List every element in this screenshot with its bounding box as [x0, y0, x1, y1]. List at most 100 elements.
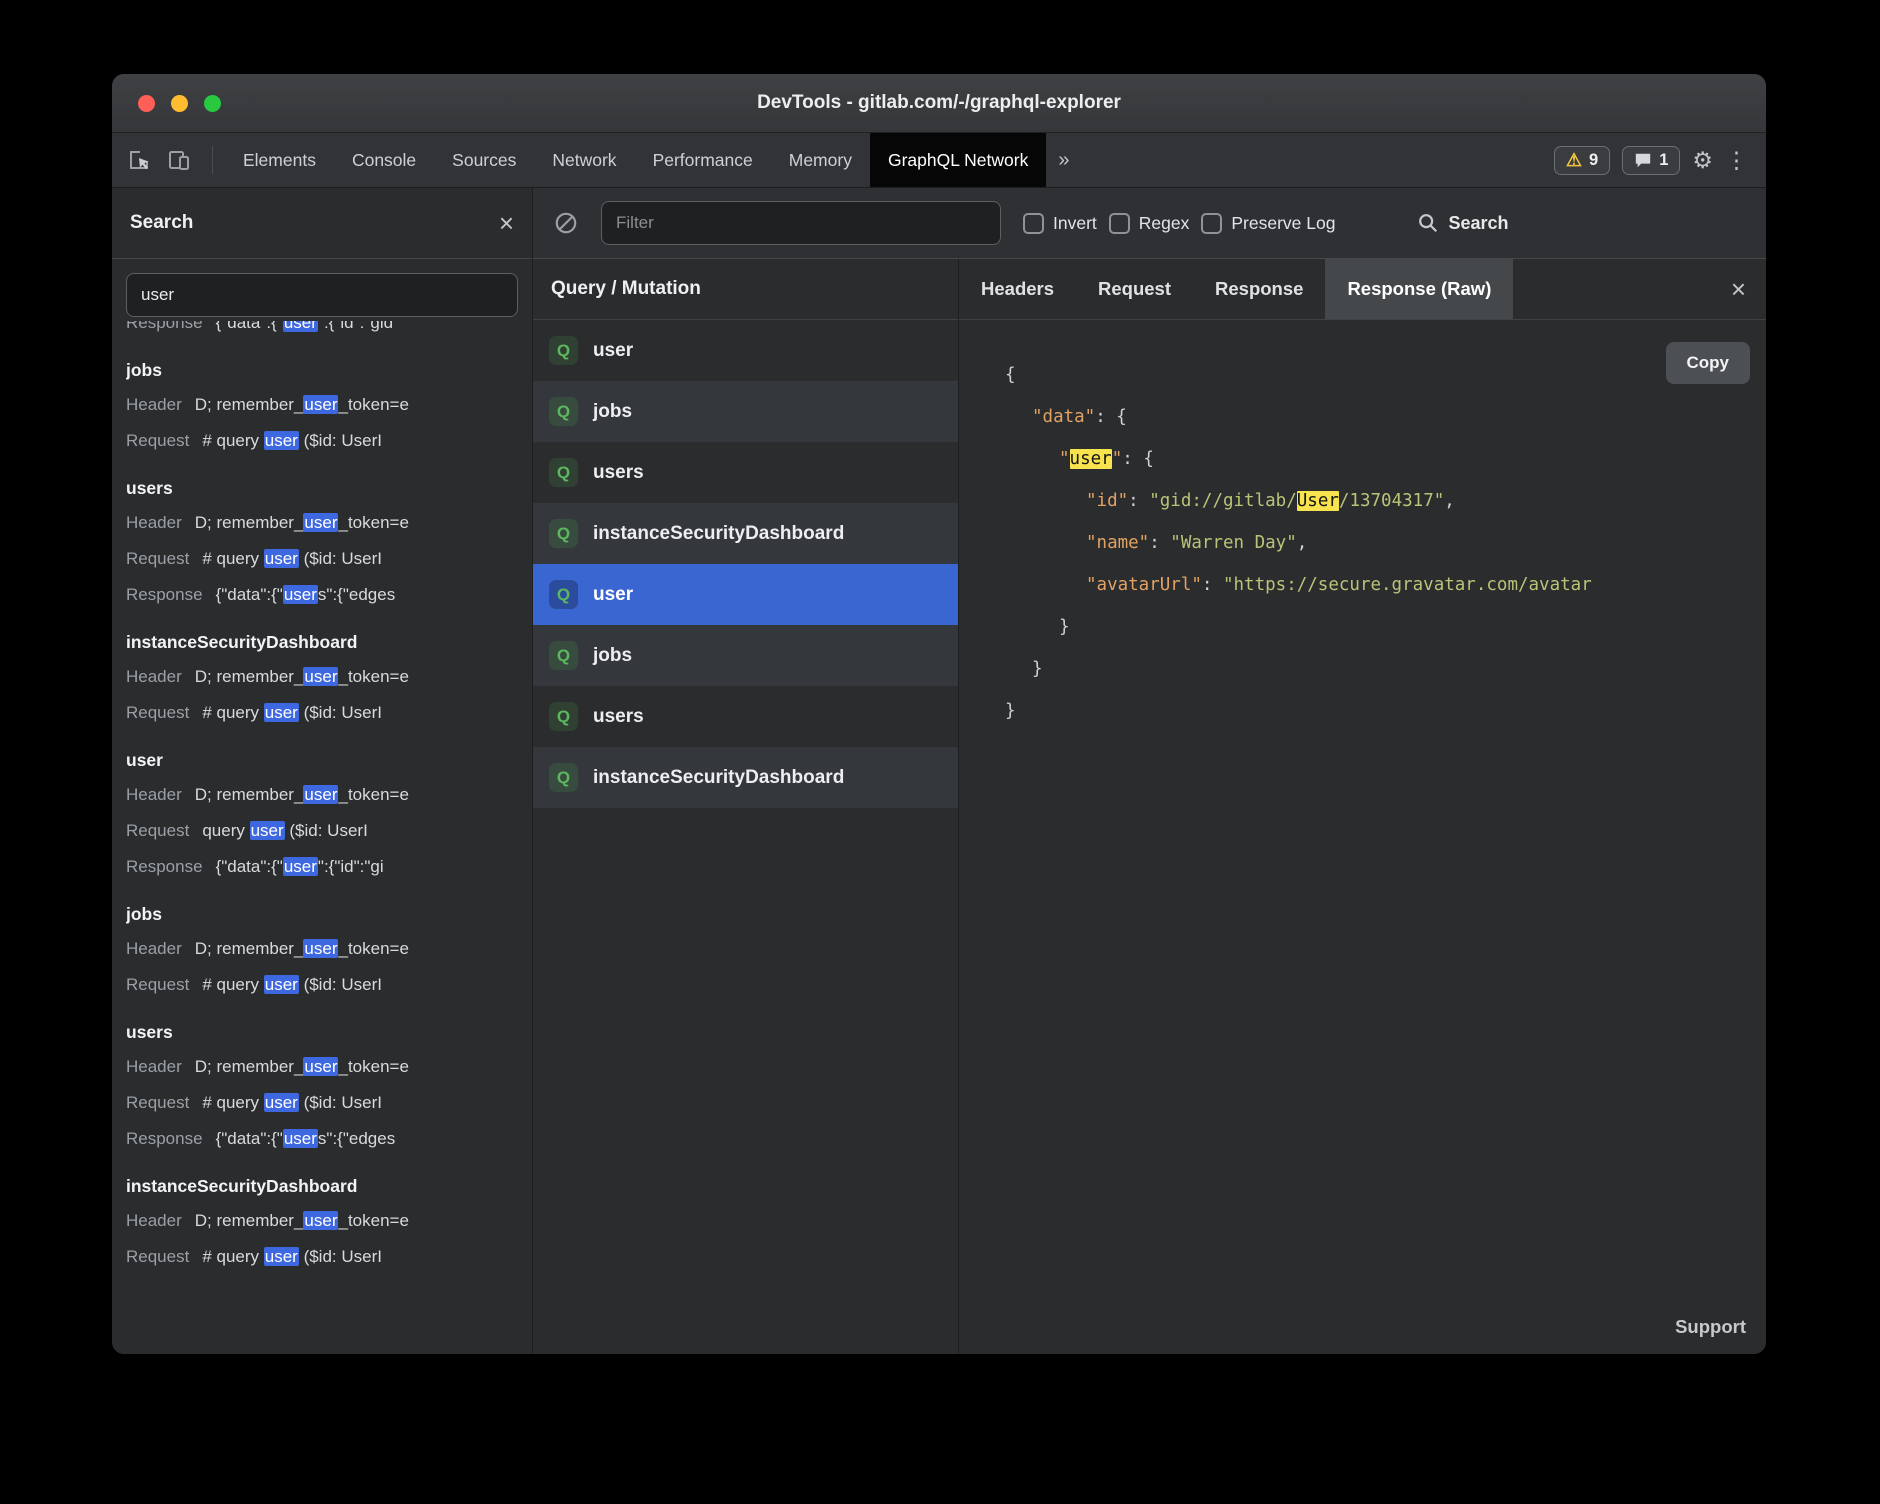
search-result-line[interactable]: HeaderD; remember_user_token=e: [126, 1049, 518, 1085]
response-panel-close-icon[interactable]: ×: [1731, 276, 1766, 302]
query-type-badge: Q: [549, 763, 578, 792]
json-line: "name": "Warren Day",: [959, 522, 1766, 564]
query-list-item[interactable]: Qusers: [533, 686, 958, 747]
search-result-text: # query: [202, 1093, 263, 1112]
search-result-line[interactable]: Request# query user ($id: UserI: [126, 1239, 518, 1275]
search-result-group-name[interactable]: instanceSecurityDashboard: [126, 1169, 518, 1203]
search-result-group-name[interactable]: user: [126, 743, 518, 777]
json-line: }: [959, 606, 1766, 648]
checkbox-preserve-log[interactable]: Preserve Log: [1201, 213, 1335, 234]
search-result-group-name[interactable]: users: [126, 1015, 518, 1049]
search-result-line-label: Header: [126, 513, 182, 532]
search-result-group-name[interactable]: users: [126, 471, 518, 505]
close-window-button[interactable]: [138, 95, 155, 112]
devtools-tab-sources[interactable]: Sources: [434, 133, 534, 187]
search-match-highlight: user: [264, 703, 299, 722]
zoom-window-button[interactable]: [204, 95, 221, 112]
filter-checkboxes: Invert Regex Preserve Log: [1023, 213, 1347, 234]
search-result-line[interactable]: HeaderD; remember_user_token=e: [126, 777, 518, 813]
search-result-line[interactable]: HeaderD; remember_user_token=e: [126, 931, 518, 967]
search-result-line[interactable]: Request# query user ($id: UserI: [126, 695, 518, 731]
search-result-text: # query: [202, 703, 263, 722]
search-result-line[interactable]: HeaderD; remember_user_token=e: [126, 1203, 518, 1239]
support-link[interactable]: Support: [1675, 1316, 1746, 1338]
issues-badge[interactable]: 1: [1622, 146, 1680, 175]
query-list-item[interactable]: Qjobs: [533, 625, 958, 686]
search-result-line[interactable]: Request# query user ($id: UserI: [126, 967, 518, 1003]
response-tab-response[interactable]: Response: [1193, 259, 1325, 319]
search-panel-close-icon[interactable]: ×: [499, 210, 514, 236]
search-result-line[interactable]: Request# query user ($id: UserI: [126, 541, 518, 577]
copy-button[interactable]: Copy: [1666, 342, 1751, 384]
search-result-line[interactable]: Response{"data":{"user":{"id":"gid: [126, 321, 518, 341]
warnings-badge[interactable]: ⚠ 9: [1554, 146, 1610, 175]
devtools-tab-performance[interactable]: Performance: [635, 133, 771, 187]
search-match-highlight: user: [264, 549, 299, 568]
search-match-highlight: user: [303, 1057, 338, 1076]
search-result-text: D; remember_: [195, 785, 304, 804]
checkbox-invert[interactable]: Invert: [1023, 213, 1097, 234]
checkbox-regex[interactable]: Regex: [1109, 213, 1190, 234]
search-panel-title: Search: [130, 212, 193, 234]
search-result-line[interactable]: Response{"data":{"users":{"edges: [126, 1121, 518, 1157]
inspect-element-icon[interactable]: [126, 147, 152, 173]
devtools-tab-network[interactable]: Network: [534, 133, 634, 187]
filter-search-button[interactable]: Search: [1417, 212, 1508, 234]
search-result-group-name[interactable]: jobs: [126, 897, 518, 931]
query-list-item[interactable]: QinstanceSecurityDashboard: [533, 747, 958, 808]
query-name: user: [593, 584, 633, 606]
search-result-text: D; remember_: [195, 667, 304, 686]
query-list-item[interactable]: Qusers: [533, 442, 958, 503]
json-token: ,: [1297, 533, 1308, 553]
search-result-text: D; remember_: [195, 939, 304, 958]
clear-block-icon[interactable]: [553, 210, 579, 236]
more-tabs-button[interactable]: »: [1046, 133, 1081, 187]
search-result-line[interactable]: Response{"data":{"user":{"id":"gi: [126, 849, 518, 885]
query-list-item[interactable]: Quser: [533, 320, 958, 381]
warning-icon: ⚠: [1566, 151, 1582, 169]
search-result-text: D; remember_: [195, 513, 304, 532]
regex-checkbox-box: [1109, 213, 1130, 234]
devtools-tab-console[interactable]: Console: [334, 133, 434, 187]
query-list-item[interactable]: QinstanceSecurityDashboard: [533, 503, 958, 564]
search-result-line-label: Request: [126, 975, 189, 994]
search-result-text: ($id: UserI: [299, 549, 382, 568]
devtools-tab-memory[interactable]: Memory: [771, 133, 870, 187]
search-result-line[interactable]: Request# query user ($id: UserI: [126, 423, 518, 459]
search-result-line[interactable]: Requestquery user ($id: UserI: [126, 813, 518, 849]
search-match-highlight: user: [264, 1093, 299, 1112]
response-tab-request[interactable]: Request: [1076, 259, 1193, 319]
query-list-item[interactable]: Qjobs: [533, 381, 958, 442]
search-result-line[interactable]: Response{"data":{"users":{"edges: [126, 577, 518, 613]
search-result-line[interactable]: HeaderD; remember_user_token=e: [126, 505, 518, 541]
json-line: {: [959, 354, 1766, 396]
query-type-badge: Q: [549, 580, 578, 609]
search-result-line[interactable]: Request# query user ($id: UserI: [126, 1085, 518, 1121]
minimize-window-button[interactable]: [171, 95, 188, 112]
window-title: DevTools - gitlab.com/-/graphql-explorer: [112, 92, 1766, 114]
filter-input[interactable]: [601, 201, 1001, 245]
search-result-group-name[interactable]: instanceSecurityDashboard: [126, 625, 518, 659]
json-line: "id": "gid://gitlab/User/13704317",: [959, 480, 1766, 522]
search-result-text: # query: [202, 431, 263, 450]
search-result-group-name[interactable]: jobs: [126, 353, 518, 387]
json-token: }: [1059, 617, 1070, 637]
response-tab-response-raw[interactable]: Response (Raw): [1325, 259, 1513, 319]
query-list-item[interactable]: Quser: [533, 564, 958, 625]
screen: DevTools - gitlab.com/-/graphql-explorer: [0, 0, 1880, 1504]
search-input[interactable]: [126, 273, 518, 317]
json-line: }: [959, 690, 1766, 732]
settings-gear-icon[interactable]: ⚙: [1692, 149, 1713, 172]
search-result-text: _token=e: [338, 395, 408, 414]
search-panel: Search × Response{"data":{"user":{"id":"…: [112, 188, 533, 1354]
devtools-tab-elements[interactable]: Elements: [225, 133, 334, 187]
search-result-text: s":{"edges: [318, 1129, 395, 1148]
search-result-line[interactable]: HeaderD; remember_user_token=e: [126, 387, 518, 423]
kebab-menu-icon[interactable]: ⋮: [1725, 149, 1748, 172]
search-result-line[interactable]: HeaderD; remember_user_token=e: [126, 659, 518, 695]
device-toolbar-icon[interactable]: [166, 147, 192, 173]
tabbar-right-tools: ⚠ 9 1 ⚙ ⋮: [1554, 133, 1766, 187]
response-tab-headers[interactable]: Headers: [959, 259, 1076, 319]
devtools-tab-graphql-network[interactable]: GraphQL Network: [870, 133, 1046, 187]
search-match-highlight: user: [303, 785, 338, 804]
